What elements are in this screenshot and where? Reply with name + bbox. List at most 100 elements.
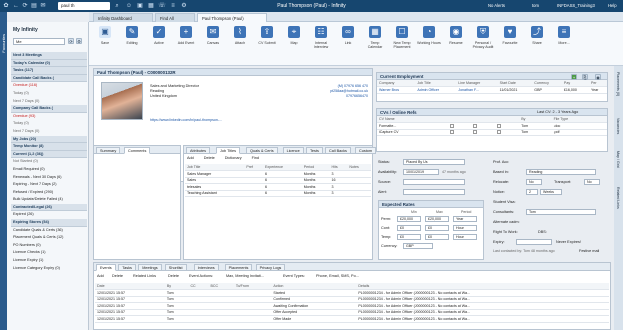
sidebar-item[interactable]: Overdue (93) [11,113,87,121]
tab-comments[interactable]: Comments [124,147,151,154]
right-rail-item[interactable]: Map / Grid [616,151,620,168]
sidebar-item[interactable]: Overdue (116) [11,82,87,90]
events-toolbar-item[interactable]: Event Types: [283,274,305,278]
sidebar-group[interactable]: Expiring Stores (54) [11,219,87,227]
favourites-rail[interactable]: Favourites [0,12,7,330]
availability-date[interactable]: 10/01/2019 [403,169,439,175]
tab-tasks[interactable]: Tasks [118,264,136,271]
ribbon-button-calendar[interactable]: ▦ Temp Calendar [363,26,387,49]
rate-field[interactable]: £0 [425,234,449,240]
sidebar-item[interactable]: Bulk Update/Delete Failed (4) [11,196,87,204]
cv-checkbox[interactable] [449,130,454,135]
events-toolbar-item[interactable]: Delete [168,274,179,278]
ribbon-button-heart[interactable]: ♥ Favourite [498,26,522,45]
status-select[interactable]: Placed By Us [403,159,465,165]
person-mobile-2[interactable]: 07976656470 [300,94,368,99]
ribbon-button-pencil[interactable]: ✎ Editing [120,26,144,45]
sidebar-filter-select[interactable]: Me [13,38,65,45]
alert-select[interactable] [403,189,465,195]
ribbon-button-paperclip[interactable]: ⌇ Attach [228,26,252,45]
job-titles-find-button[interactable]: Find [252,156,259,160]
tab-placements[interactable]: Placements [224,264,253,271]
ribbon-button-resume[interactable]: ◉ Resume [444,26,468,45]
sidebar-item[interactable]: Not Started (0) [11,158,87,166]
sidebar-item[interactable]: Today (0) [11,90,87,98]
cv-checkbox[interactable] [473,123,478,128]
ribbon-button-more[interactable]: ≡ More... [552,26,576,45]
source-select[interactable] [403,179,465,185]
rate-field[interactable]: £0 [425,225,449,231]
events-toolbar-item[interactable]: Max, Meeting Invitati... [226,274,264,278]
sidebar-item[interactable]: Next 7 Days (0) [11,98,87,106]
user-name[interactable]: tom [532,3,539,8]
ribbon-button-add-event[interactable]: + Add Event [174,26,198,45]
right-rail-item[interactable]: Placements (0) [616,72,620,96]
tab-interviews[interactable]: Interviews [193,264,219,271]
rate-field[interactable]: £0 [397,225,421,231]
table-row[interactable]: Warner Bros Admin Officer Jonathan F... 11/… [377,86,607,94]
person-linkedin-link[interactable]: https://www.linkedin.com/in/paul-thompso… [150,118,222,122]
expiry-date[interactable] [516,239,552,245]
tab-find-all[interactable]: Find All [155,13,195,22]
right-rail-item[interactable]: Related Links [616,187,620,209]
tab-tests[interactable]: Tests [306,147,323,154]
tab-licence[interactable]: Licence [282,147,304,154]
events-toolbar-item[interactable]: Phone, Email, SMS, Po... [316,274,359,278]
sidebar-group[interactable]: Next 3 Meetings [11,52,87,60]
sidebar-group[interactable]: Contracted/Legal (26) [11,203,87,212]
sidebar-item[interactable]: Placement Quals & Certs (12) [11,234,87,242]
events-toolbar-item[interactable]: Add [97,274,104,278]
transport-select[interactable]: No [584,179,600,185]
sidebar-group[interactable]: My Jobs (20) [11,135,87,144]
sidebar-group[interactable]: Company Call Backs ( [11,105,87,113]
job-titles-add-button[interactable]: Add [187,156,194,160]
ribbon-button-map[interactable]: ⌖ Map [282,26,306,45]
events-toolbar-item[interactable]: Delete [112,274,123,278]
sidebar-item[interactable]: Candidate Quals & Certs (36) [11,227,87,235]
tab-shortlist[interactable]: Shortlist [164,264,187,271]
alerts-indicator[interactable]: No Alerts [488,3,505,8]
tab-summary[interactable]: Summary [96,147,121,154]
help-link[interactable]: Help [608,3,617,8]
sidebar-item[interactable]: PO Numbers (0) [11,242,87,250]
sidebar-item[interactable]: Renewals - Next 30 Days (6) [11,174,87,182]
notice-value[interactable]: 2 [526,189,538,195]
ribbon-button-check[interactable]: ✓ Active [147,26,171,45]
sidebar-group[interactable]: Today's Calendar (0) [11,59,87,68]
cv-checkbox[interactable] [473,130,478,135]
sidebar-item[interactable]: Refused / Expired (290) [11,189,87,197]
events-toolbar-item[interactable]: Related Links [133,274,156,278]
rate-field[interactable]: Hour [453,225,477,231]
tab-call-backs[interactable]: Call Backs [325,147,351,154]
sidebar-group[interactable]: Candidate Call Backs ( [11,74,87,83]
tab-privacy-logs[interactable]: Privacy Logs [255,264,286,271]
table-row[interactable]: 12/01/2021 15:57 Tom Offer Made PL000000123… [95,315,609,323]
based-in-field[interactable]: Reading [526,169,596,175]
sidebar-item[interactable]: Next 7 Days (0) [11,128,87,136]
rate-field[interactable]: Year [453,216,477,222]
cv-checkbox[interactable] [449,123,454,128]
ribbon-button-link[interactable]: ∞ Link [336,26,360,45]
add-employment-icon[interactable]: + [571,74,577,80]
notice-unit[interactable]: Weeks [540,189,562,195]
right-rail-item[interactable]: Vacancies [616,118,620,134]
tab-custom[interactable]: Custom [355,147,377,154]
rate-field[interactable]: £20,000 [397,216,421,222]
tab-job-titles[interactable]: Job Titles [216,147,241,154]
rate-field[interactable]: Hour [453,234,477,240]
sidebar-refresh-icon[interactable]: ⟳ [68,38,74,44]
sidebar-item[interactable]: Email Required (0) [11,166,87,174]
ribbon-button-interview[interactable]: ☷ Internal Interview [309,26,333,49]
sidebar-settings-icon[interactable]: ⚙ [76,38,82,44]
tab-meetings[interactable]: Meetings [138,264,162,271]
tab-attributes[interactable]: Attributes [186,147,211,154]
sidebar-group[interactable]: Temp Monitor (8) [11,143,87,151]
ribbon-button-shield[interactable]: ⛨ Personal / Privacy Audit [471,26,495,49]
relocate-select[interactable]: No [526,179,542,185]
sidebar-item[interactable]: Licence Category Expiry (0) [11,265,87,273]
sidebar-item[interactable]: Expiring - Next 7 Days (2) [11,181,87,189]
open-employment-icon[interactable]: ⎘ [582,74,588,80]
consultants-select[interactable]: Tom [526,209,596,215]
cv-checkbox[interactable] [497,123,502,128]
tab-events[interactable]: Events [96,264,116,271]
